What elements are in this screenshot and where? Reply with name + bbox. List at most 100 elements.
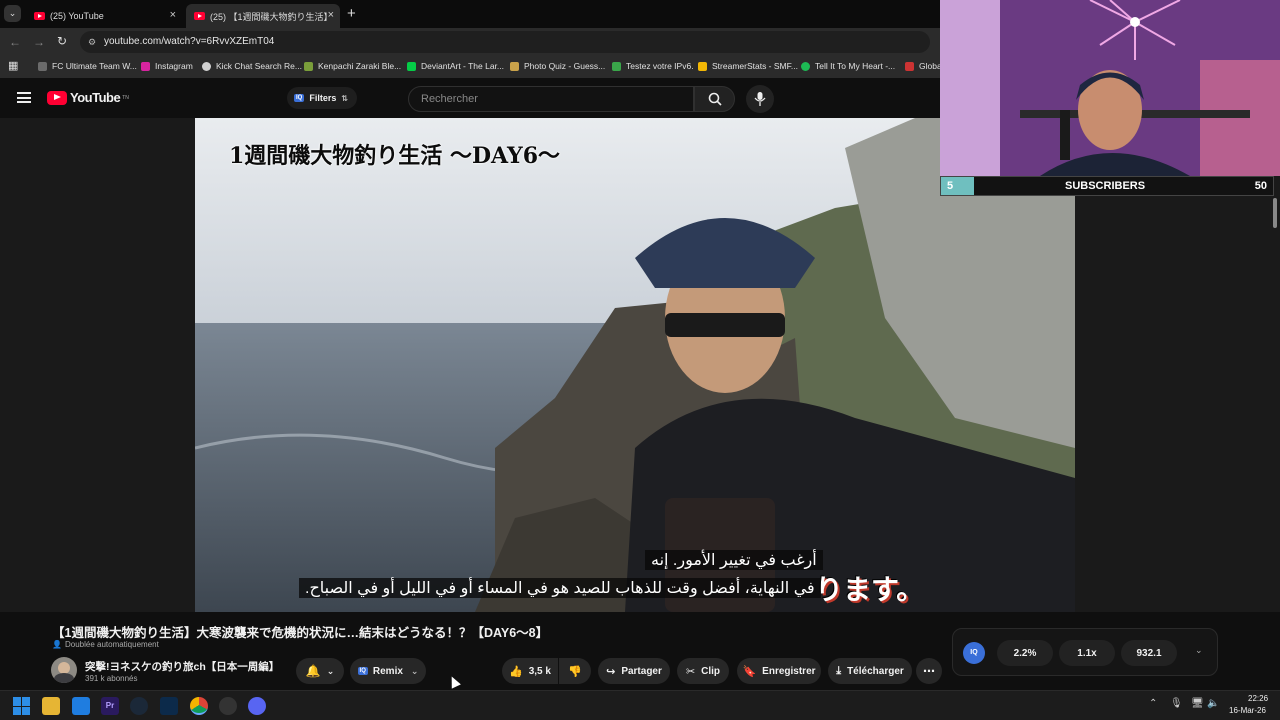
dislike-button[interactable]: 👎 <box>559 658 591 684</box>
share-icon: ↪ <box>606 665 616 678</box>
bookmark-favicon-icon <box>698 61 707 71</box>
dub-icon: 👤 <box>52 640 62 649</box>
subscriber-goal-bar: 5 SUBSCRIBERS 50 <box>940 176 1274 196</box>
channel-avatar[interactable] <box>51 657 77 683</box>
chevron-down-icon: ⌄ <box>326 665 335 676</box>
menu-icon[interactable] <box>17 92 31 103</box>
volume-icon[interactable]: 🔈 <box>1207 698 1219 709</box>
webcam-overlay <box>940 0 1280 176</box>
filters-button[interactable]: IQ Filters ⇅ <box>287 87 357 109</box>
discord-icon[interactable] <box>248 697 266 715</box>
filters-label: Filters <box>309 93 337 103</box>
address-bar-row: ← → ↻ ⚙ youtube.com/watch?v=6RvvXZEmT04 <box>0 28 940 56</box>
search-button[interactable] <box>694 86 735 112</box>
back-icon[interactable]: ← <box>9 35 21 49</box>
iq-logo-icon: IQ <box>963 642 985 664</box>
logo-text: YouTube <box>70 90 121 105</box>
bell-icon: 🔔 <box>305 664 321 678</box>
forward-icon[interactable]: → <box>33 35 45 49</box>
url-field[interactable]: ⚙ youtube.com/watch?v=6RvvXZEmT04 <box>80 31 930 53</box>
stat-value: 932.1 <box>1136 647 1162 659</box>
more-actions-button[interactable]: ⋯ <box>916 658 942 684</box>
webcam-feed-image <box>940 0 1280 176</box>
clock-time[interactable]: 22:26 <box>1248 694 1268 703</box>
close-tab-icon[interactable]: × <box>170 9 176 21</box>
stat-value: 2.2% <box>1013 647 1037 659</box>
bookmark-item[interactable]: DeviantArt - The Lar... <box>407 61 504 71</box>
stat-pill[interactable]: 2.2% <box>997 640 1053 666</box>
bookmark-favicon-icon <box>510 61 519 71</box>
tray-chevron-icon[interactable]: ⌃ <box>1149 698 1157 709</box>
page-scrollbar[interactable] <box>1273 198 1277 228</box>
spotify-icon <box>801 61 810 71</box>
bookmark-item[interactable]: Testez votre IPv6. <box>612 61 694 71</box>
subscriber-goal-label: SUBSCRIBERS <box>1065 180 1146 192</box>
video-title-overlay: 1週間磯大物釣り生活 ～DAY6～ <box>229 143 561 169</box>
youtube-logo[interactable]: YouTube TN <box>47 90 129 105</box>
youtube-logo-icon <box>47 90 67 105</box>
download-button[interactable]: ⤓ Télécharger <box>828 658 912 684</box>
mail-icon[interactable] <box>72 697 90 715</box>
bookmark-favicon-icon <box>905 61 914 71</box>
bookmark-label: Globa <box>919 61 942 71</box>
notifications-button[interactable]: 🔔 ⌄ <box>296 658 344 684</box>
clock-date[interactable]: 16-Mar-26 <box>1229 706 1266 715</box>
bookmark-item[interactable]: StreamerStats - SMF... <box>698 61 798 71</box>
like-button[interactable]: 👍 3,5 k <box>502 658 558 684</box>
bookmark-label: Kick Chat Search Re... <box>216 61 302 71</box>
bookmark-item[interactable]: Photo Quiz - Guess... <box>510 61 605 71</box>
subtitle-line-2: في النهاية، أفضل وقت للذهاب للصيد هو في … <box>299 578 821 598</box>
tab-strip: ⌄ (25) YouTube × (25) 【1週間磯大物釣り生活】大寒 × + <box>0 0 940 28</box>
clip-label: Clip <box>701 665 721 677</box>
share-button[interactable]: ↪ Partager <box>598 658 670 684</box>
bookmark-item[interactable]: Globa <box>905 61 942 71</box>
stat-pill[interactable]: 1.1x <box>1059 640 1115 666</box>
tab-youtube-home[interactable]: (25) YouTube × <box>26 4 182 28</box>
download-icon: ⤓ <box>836 664 842 677</box>
bookmark-label: Testez votre IPv6. <box>626 61 694 71</box>
close-tab-icon[interactable]: × <box>328 9 334 21</box>
windows-start-icon[interactable] <box>13 697 31 715</box>
search-input[interactable]: Rechercher <box>408 86 694 112</box>
bookmark-label: Tell It To My Heart -... <box>815 61 896 71</box>
save-button[interactable]: 🔖 Enregistrer <box>737 658 821 684</box>
watch-metadata: 【1週間磯大物釣り生活】大寒波襲来で危機的状況に…結末はどうなる！？【DAY6〜… <box>0 612 1280 690</box>
bookmark-label: DeviantArt - The Lar... <box>421 61 504 71</box>
chevron-down-icon[interactable]: ⌄ <box>1195 645 1203 656</box>
bookmarks-bar: ▦ FC Ultimate Team W... Instagram Kick C… <box>0 56 942 78</box>
url-text: youtube.com/watch?v=6RvvXZEmT04 <box>104 36 275 47</box>
channel-name[interactable]: 突撃!ヨネスケの釣り旅ch【日本一周編】 <box>85 659 279 674</box>
remix-button[interactable]: IQ Remix ⌄ <box>350 658 426 684</box>
network-icon[interactable]: 🖥 <box>1191 698 1204 709</box>
bookmark-item[interactable]: Kenpachi Zaraki Ble... <box>304 61 401 71</box>
iq-icon: IQ <box>357 667 368 675</box>
tab-video[interactable]: (25) 【1週間磯大物釣り生活】大寒 × <box>186 4 340 28</box>
burned-in-caption: ります。 <box>815 574 925 605</box>
chevron-down-icon: ⌄ <box>410 665 419 676</box>
youtube-favicon-icon <box>34 12 45 20</box>
photoshop-icon[interactable] <box>160 697 178 715</box>
stat-pill[interactable]: 932.1 <box>1121 640 1177 666</box>
new-tab-button[interactable]: + <box>347 5 356 22</box>
chrome-icon[interactable] <box>190 697 208 715</box>
file-explorer-icon[interactable] <box>42 697 60 715</box>
logo-region: TN <box>122 94 129 101</box>
bookmark-favicon-icon <box>202 61 211 71</box>
reload-icon[interactable]: ↻ <box>57 34 67 48</box>
search-icon <box>708 92 722 106</box>
tab-search-button[interactable]: ⌄ <box>4 5 21 22</box>
bookmark-item[interactable]: Tell It To My Heart -... <box>801 61 895 71</box>
microphone-tray-icon[interactable]: 🎙 <box>1170 698 1183 709</box>
steam-icon[interactable] <box>130 697 148 715</box>
bookmark-item[interactable]: Kick Chat Search Re... <box>202 61 302 71</box>
voice-search-button[interactable] <box>746 85 774 113</box>
bookmark-item[interactable]: Instagram <box>141 61 193 71</box>
app-icon[interactable] <box>219 697 237 715</box>
clip-button[interactable]: ✂ Clip <box>677 658 729 684</box>
site-info-icon[interactable]: ⚙ <box>88 31 96 53</box>
subscriber-goal-fill <box>941 177 975 195</box>
thumbs-down-icon: 👎 <box>568 665 582 678</box>
apps-grid-icon[interactable]: ▦ <box>8 59 18 72</box>
premiere-pro-icon[interactable]: Pr <box>101 697 119 715</box>
bookmark-item[interactable]: FC Ultimate Team W... <box>38 61 137 71</box>
